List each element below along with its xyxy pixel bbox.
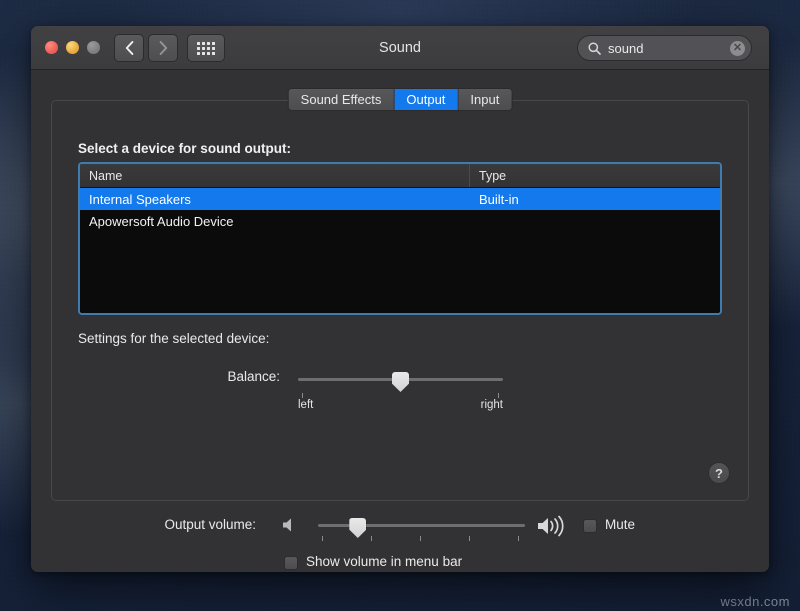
balance-label: Balance: — [200, 369, 280, 384]
column-header-name[interactable]: Name — [80, 164, 470, 187]
column-header-type[interactable]: Type — [470, 164, 720, 187]
window-titlebar: Sound sound ✕ — [31, 26, 769, 70]
show-volume-in-menu-bar-label: Show volume in menu bar — [306, 554, 462, 569]
balance-right-label: right — [481, 399, 503, 411]
balance-slider[interactable]: left right — [298, 373, 503, 413]
search-icon — [588, 42, 601, 55]
balance-slider-thumb[interactable] — [392, 372, 409, 392]
speaker-high-icon — [535, 513, 571, 539]
speaker-low-icon — [281, 516, 299, 534]
window-body: Sound Effects Output Input Select a devi… — [31, 70, 769, 572]
output-volume-thumb[interactable] — [349, 518, 366, 538]
select-device-label: Select a device for sound output: — [78, 141, 291, 156]
table-row[interactable]: Apowersoft Audio Device — [80, 210, 720, 232]
output-volume-label: Output volume: — [81, 517, 256, 532]
balance-tick-left — [302, 393, 303, 398]
table-header-row: Name Type — [80, 164, 720, 188]
settings-for-device-label: Settings for the selected device: — [78, 331, 269, 346]
clear-search-icon[interactable]: ✕ — [730, 41, 745, 56]
show-volume-row: Show volume in menu bar — [31, 553, 769, 572]
balance-left-label: left — [298, 399, 313, 411]
help-button[interactable]: ? — [708, 462, 730, 484]
sound-preferences-window: Sound sound ✕ Sound Effects Output Input… — [31, 26, 769, 572]
show-volume-in-menu-bar-checkbox[interactable] — [284, 556, 298, 570]
volume-tick-3 — [469, 536, 470, 541]
output-volume-slider[interactable] — [318, 519, 525, 549]
search-field[interactable]: sound ✕ — [577, 35, 752, 61]
tab-output[interactable]: Output — [394, 89, 458, 110]
volume-tick-0 — [322, 536, 323, 541]
tab-sound-effects[interactable]: Sound Effects — [289, 89, 395, 110]
volume-tick-4 — [518, 536, 519, 541]
mute-label: Mute — [605, 517, 635, 532]
volume-tick-2 — [420, 536, 421, 541]
device-table[interactable]: Name Type Internal Speakers Built-in Apo… — [78, 162, 722, 315]
output-settings-panel: Select a device for sound output: Name T… — [51, 100, 749, 501]
watermark: wsxdn.com — [720, 594, 790, 609]
tab-bar: Sound Effects Output Input — [288, 88, 513, 111]
tab-input[interactable]: Input — [458, 89, 511, 110]
volume-tick-1 — [371, 536, 372, 541]
device-type: Built-in — [470, 192, 720, 207]
balance-tick-right — [498, 393, 499, 398]
device-name: Internal Speakers — [80, 192, 470, 207]
device-name: Apowersoft Audio Device — [80, 214, 470, 229]
table-row[interactable]: Internal Speakers Built-in — [80, 188, 720, 210]
output-volume-row: Output volume: Mute — [31, 510, 769, 544]
output-volume-track[interactable] — [318, 524, 525, 527]
search-input-value[interactable]: sound — [608, 41, 730, 56]
mute-checkbox[interactable] — [583, 519, 597, 533]
